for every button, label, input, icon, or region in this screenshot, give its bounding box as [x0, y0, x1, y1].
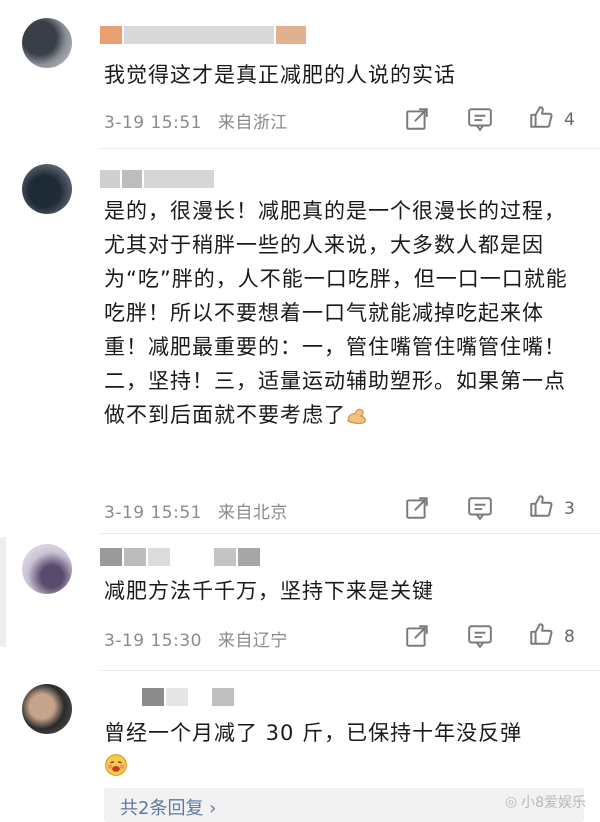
- comment-meta: 3-19 15:51 来自浙江: [104, 108, 288, 133]
- avatar[interactable]: [22, 684, 72, 734]
- divider: [100, 670, 600, 671]
- thumbs-up-icon[interactable]: [528, 493, 554, 519]
- like-count: 8: [564, 627, 575, 647]
- like-count: 3: [564, 499, 575, 519]
- thumbs-up-icon[interactable]: [528, 104, 554, 130]
- divider: [100, 148, 600, 149]
- comment-text: 我觉得这才是真正减肥的人说的实话: [104, 63, 456, 87]
- comment-meta: 3-19 15:30 来自辽宁: [104, 626, 288, 651]
- comment-text: 减肥方法千千万，坚持下来是关键: [104, 579, 434, 603]
- flexed-biceps-emoji: [347, 408, 366, 424]
- share-icon[interactable]: [404, 106, 430, 132]
- comment-location: 来自辽宁: [217, 631, 288, 651]
- comment-item: 减肥方法千千万，坚持下来是关键 3-19 15:30 来自辽宁 8: [0, 534, 600, 664]
- comment-item: 我觉得这才是真正减肥的人说的实话 3-19 15:51 来自浙江 4: [0, 0, 600, 150]
- share-icon[interactable]: [404, 495, 430, 521]
- comment-icon[interactable]: [467, 495, 493, 521]
- view-replies-link[interactable]: 共2条回复 ›: [120, 794, 216, 820]
- comment-text: 曾经一个月减了 30 斤，已保持十年没反弹: [104, 716, 580, 784]
- avatar[interactable]: [22, 544, 72, 594]
- comment-icon[interactable]: [467, 623, 493, 649]
- comment-meta: 3-19 15:51 来自北京: [104, 498, 288, 523]
- comment-location: 来自浙江: [217, 113, 288, 133]
- blurred-username[interactable]: [100, 546, 260, 568]
- avatar[interactable]: [22, 164, 72, 214]
- comment-icon[interactable]: [467, 106, 493, 132]
- share-icon[interactable]: [404, 623, 430, 649]
- watermark-logo-icon: ◎: [504, 794, 518, 810]
- face-emoji: [105, 754, 127, 776]
- blurred-username[interactable]: [100, 24, 306, 46]
- blurred-username[interactable]: [100, 686, 234, 708]
- comment-text: 是的，很漫长！减肥真的是一个很漫长的过程，尤其对于稍胖一些的人来说，大多数人都是…: [104, 199, 568, 427]
- comment-date: 3-19 15:51: [104, 113, 202, 133]
- comment-date: 3-19 15:30: [104, 631, 202, 651]
- like-count: 4: [564, 110, 575, 130]
- watermark-text: 小8爱娱乐: [521, 795, 586, 811]
- watermark: ◎ 小8爱娱乐: [505, 792, 586, 812]
- thumbs-up-icon[interactable]: [528, 621, 554, 647]
- comment-date: 3-19 15:51: [104, 503, 202, 523]
- avatar[interactable]: [22, 18, 72, 68]
- comment-item: 是的，很漫长！减肥真的是一个很漫长的过程，尤其对于稍胖一些的人来说，大多数人都是…: [0, 150, 600, 532]
- comment-location: 来自北京: [217, 503, 288, 523]
- blurred-username[interactable]: [100, 168, 214, 190]
